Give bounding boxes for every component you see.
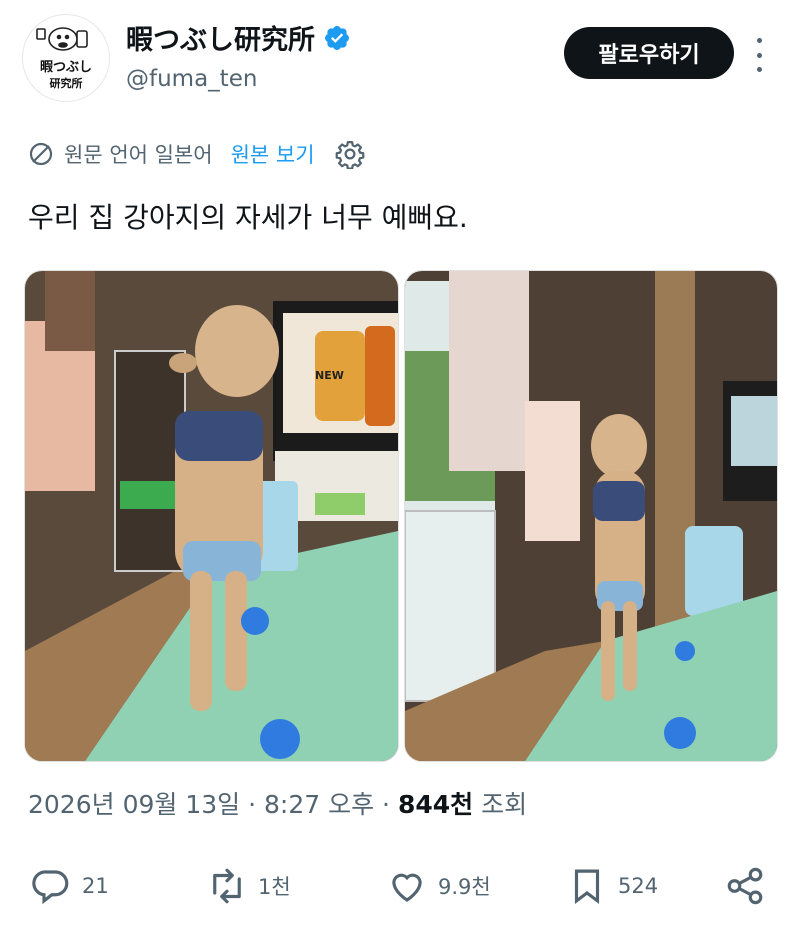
reply-count: 21	[82, 874, 109, 898]
tweet-text: 우리 집 강아지의 자세가 너무 예뻐요.	[28, 201, 468, 234]
svg-text:研究所: 研究所	[50, 76, 83, 90]
views-count: 844천	[397, 790, 474, 819]
retweet-count: 1천	[258, 875, 291, 899]
translate-off-icon	[29, 142, 53, 166]
tweet-photo-2[interactable]	[404, 270, 778, 762]
views-label: 조회	[481, 790, 528, 819]
bookmark-icon	[574, 869, 600, 905]
original-language-text: 원문 언어 일본어	[64, 143, 213, 167]
like-count: 9.9천	[438, 875, 491, 899]
more-options-icon[interactable]	[748, 38, 770, 72]
account-name[interactable]: 暇つぶし研究所	[126, 18, 315, 57]
bookmark-button[interactable]: 524	[566, 858, 658, 914]
avatar-logo: 暇つぶし 研究所	[23, 15, 109, 101]
gear-icon[interactable]	[335, 139, 365, 169]
tweet-meta: 2026년 09월 13일 · 8:27 오후 · 844천 조회	[28, 790, 528, 819]
tweet-time[interactable]: 8:27 오후	[264, 790, 374, 819]
reply-icon	[32, 870, 69, 905]
translation-bar: 원문 언어 일본어 원본 보기	[28, 139, 365, 169]
tv-new-text: NEW	[315, 369, 344, 382]
tweet-date[interactable]: 2026년 09월 13일	[28, 790, 240, 819]
account-handle[interactable]: @fuma_ten	[126, 66, 257, 92]
reply-button[interactable]: 21	[30, 858, 109, 914]
tweet-photo-1[interactable]: NEW	[24, 270, 399, 762]
verified-badge-icon	[325, 25, 349, 50]
avatar[interactable]: 暇つぶし 研究所	[22, 14, 110, 102]
account-name-row[interactable]: 暇つぶし研究所	[126, 18, 351, 57]
retweet-button[interactable]: 1천	[206, 858, 291, 914]
bookmark-count: 524	[618, 874, 659, 898]
like-button[interactable]: 9.9천	[386, 858, 491, 914]
follow-button[interactable]: 팔로우하기	[564, 27, 734, 79]
show-original-link[interactable]: 원본 보기	[231, 139, 315, 169]
retweet-icon	[213, 868, 241, 904]
share-icon	[727, 867, 763, 905]
svg-text:暇つぶし: 暇つぶし	[40, 60, 92, 75]
heart-icon	[392, 873, 422, 902]
share-button[interactable]	[724, 858, 766, 914]
